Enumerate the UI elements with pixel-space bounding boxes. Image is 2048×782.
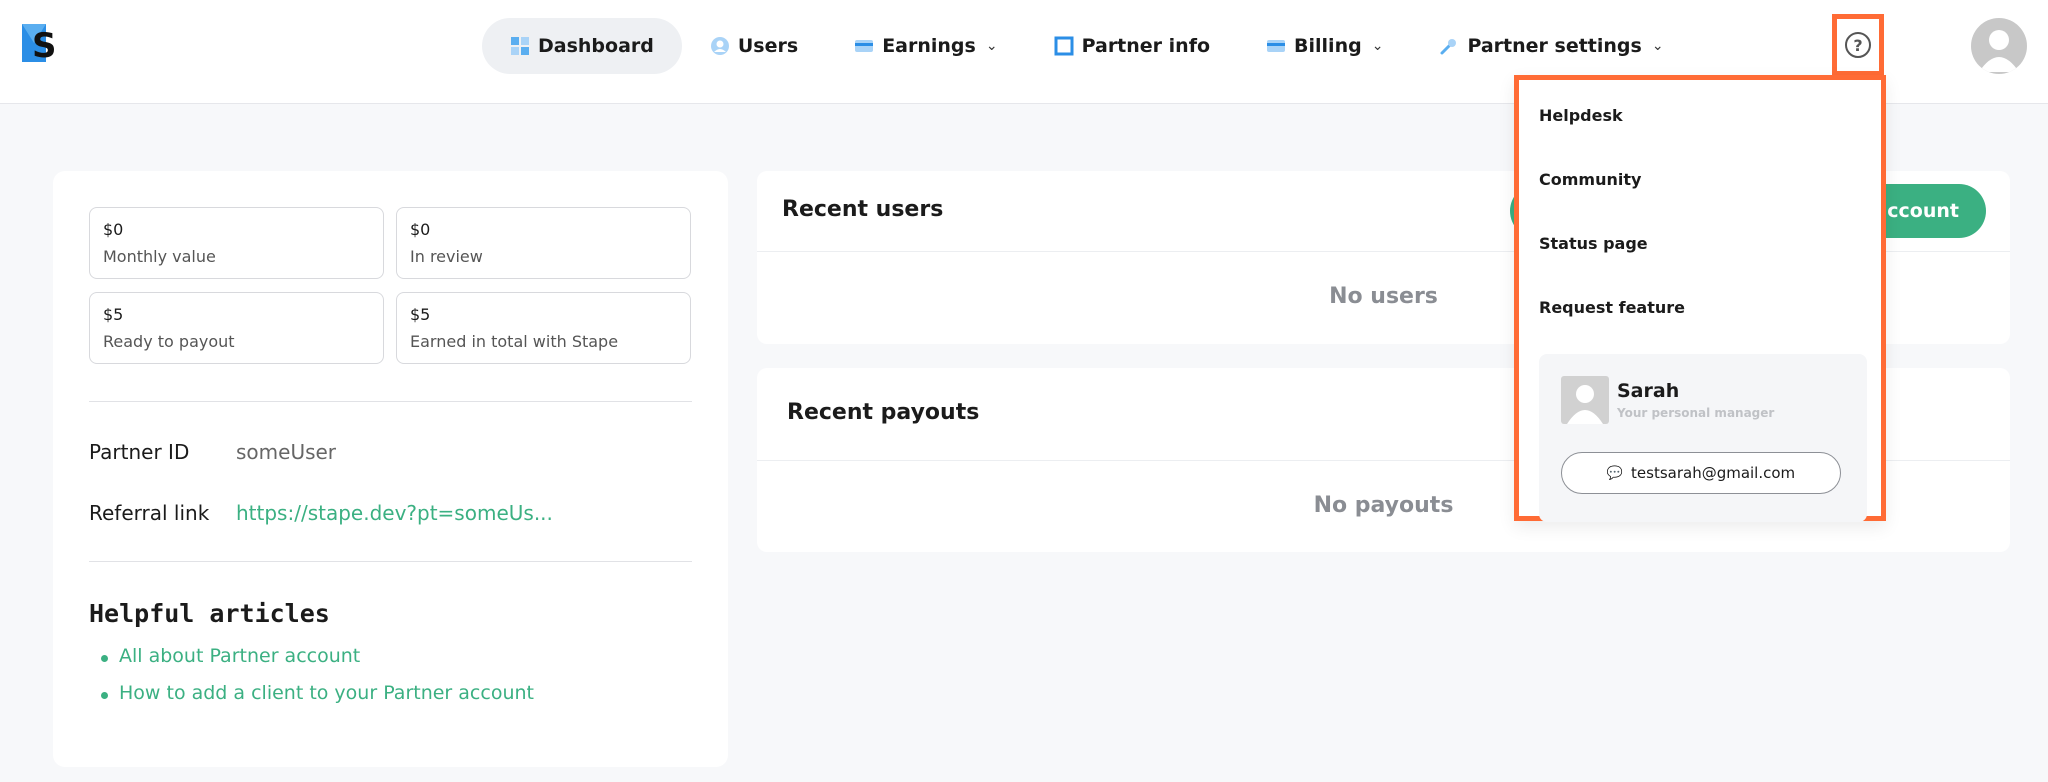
menu-item-community[interactable]: Community: [1539, 170, 1641, 189]
user-circle-icon: [710, 37, 729, 55]
stat-earned-total: $5 Earned in total with Stape: [396, 292, 691, 364]
partner-id-label: Partner ID: [89, 440, 190, 464]
stat-label: Monthly value: [103, 247, 216, 266]
stat-value: $0: [410, 220, 431, 239]
recent-payouts-title: Recent payouts: [787, 400, 980, 425]
nav-partner-info[interactable]: Partner info: [1026, 18, 1238, 74]
nav-partner-info-label: Partner info: [1081, 35, 1211, 57]
add-account-label: account: [1874, 200, 1959, 222]
user-avatar[interactable]: [1971, 18, 2027, 74]
referral-link-label: Referral link: [89, 501, 210, 525]
article-link[interactable]: How to add a client to your Partner acco…: [101, 682, 534, 719]
stat-in-review: $0 In review: [396, 207, 691, 279]
avatar-silhouette-icon: [1567, 385, 1603, 424]
stat-value: $5: [410, 305, 431, 324]
nav-dashboard[interactable]: Dashboard: [482, 18, 682, 74]
credit-card-icon: [855, 40, 874, 52]
stat-value: $5: [103, 305, 124, 324]
menu-item-helpdesk[interactable]: Helpdesk: [1539, 106, 1623, 125]
manager-avatar: [1561, 376, 1609, 424]
stat-label: Earned in total with Stape: [410, 332, 619, 351]
partner-id-value: someUser: [236, 440, 337, 464]
dashboard-grid-icon: [511, 37, 529, 55]
wrench-icon: [1440, 39, 1457, 55]
divider: [89, 401, 692, 402]
nav-dashboard-label: Dashboard: [538, 35, 654, 57]
chat-bubble-icon: 💬: [1606, 465, 1624, 481]
help-button[interactable]: ?: [1832, 14, 1884, 76]
nav-billing[interactable]: Billing ⌄: [1238, 18, 1411, 74]
nav-partner-settings-label: Partner settings: [1467, 35, 1642, 57]
helpful-articles-title: Helpful articles: [89, 599, 330, 628]
menu-item-status-page[interactable]: Status page: [1539, 234, 1648, 253]
nav-partner-settings[interactable]: Partner settings ⌄: [1411, 18, 1691, 74]
stat-value: $0: [103, 220, 124, 239]
chevron-down-icon: ⌄: [1651, 38, 1664, 54]
nav-users-label: Users: [737, 35, 799, 57]
personal-manager-card: Sarah Your personal manager 💬 testsarah@…: [1539, 354, 1867, 522]
svg-text:S: S: [32, 26, 57, 62]
stat-label: In review: [410, 247, 483, 266]
stape-logo-icon[interactable]: S: [22, 24, 60, 62]
partner-summary-card: $0 Monthly value $0 In review $5 Ready t…: [53, 171, 728, 767]
manager-role: Your personal manager: [1617, 406, 1775, 420]
article-link[interactable]: All about Partner account: [101, 645, 534, 682]
stat-monthly-value: $0 Monthly value: [89, 207, 384, 279]
question-mark-icon: ?: [1845, 32, 1871, 58]
main-nav: Dashboard Users Earnings ⌄ Partner info: [482, 18, 1692, 74]
nav-users[interactable]: Users: [682, 18, 826, 74]
nav-earnings-label: Earnings: [882, 35, 976, 57]
chevron-down-icon: ⌄: [1371, 38, 1384, 54]
stat-label: Ready to payout: [103, 332, 235, 351]
recent-users-title: Recent users: [782, 197, 944, 222]
menu-item-request-feature[interactable]: Request feature: [1539, 298, 1685, 317]
help-dropdown-menu: Helpdesk Community Status page Request f…: [1514, 75, 1886, 522]
avatar-silhouette-icon: [1979, 30, 2019, 72]
square-outline-icon: [1054, 36, 1074, 56]
divider: [89, 561, 692, 562]
nav-billing-label: Billing: [1294, 35, 1362, 57]
manager-name: Sarah: [1617, 380, 1680, 402]
manager-email-button[interactable]: 💬 testsarah@gmail.com: [1561, 452, 1841, 494]
nav-earnings[interactable]: Earnings ⌄: [826, 18, 1025, 74]
stat-ready-to-payout: $5 Ready to payout: [89, 292, 384, 364]
chevron-down-icon: ⌄: [985, 38, 998, 54]
manager-email: testsarah@gmail.com: [1631, 464, 1796, 482]
referral-link[interactable]: https://stape.dev?pt=someUs...: [236, 501, 553, 525]
credit-card-icon: [1267, 40, 1286, 52]
articles-list: All about Partner account How to add a c…: [101, 645, 534, 719]
